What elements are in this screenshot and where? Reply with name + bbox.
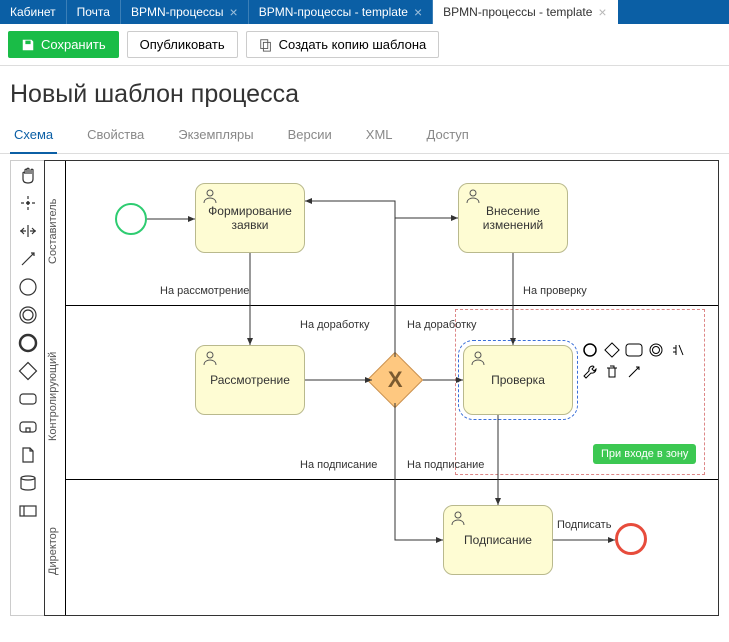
connect-tool[interactable] (11, 245, 44, 273)
palette-end-event[interactable] (11, 329, 44, 357)
diagram-area: Составитель Контролирующий Директор Форм… (0, 154, 729, 626)
tab-properties[interactable]: Свойства (83, 117, 148, 153)
palette-task[interactable] (11, 385, 44, 413)
copy-icon (259, 38, 273, 52)
publish-button[interactable]: Опубликовать (127, 31, 238, 58)
toolbar: Сохранить Опубликовать Создать копию шаб… (0, 24, 729, 66)
palette-start-event[interactable] (11, 273, 44, 301)
close-icon[interactable]: × (230, 4, 238, 20)
save-icon (21, 38, 35, 52)
close-icon[interactable]: × (598, 4, 606, 20)
top-nav: Кабинет Почта BPMN-процессы× BPMN-процес… (0, 0, 729, 24)
tab-instances[interactable]: Экземпляры (174, 117, 257, 153)
hand-tool[interactable] (11, 161, 44, 189)
palette-data-object[interactable] (11, 441, 44, 469)
palette-gateway[interactable] (11, 357, 44, 385)
palette-intermediate-event[interactable] (11, 301, 44, 329)
palette-subprocess[interactable] (11, 413, 44, 441)
tab-xml[interactable]: XML (362, 117, 397, 153)
tab-schema[interactable]: Схема (10, 117, 57, 154)
close-icon[interactable]: × (414, 4, 422, 20)
palette (10, 160, 44, 616)
tab-versions[interactable]: Версии (284, 117, 336, 153)
nav-mail[interactable]: Почта (67, 0, 121, 24)
bpmn-canvas[interactable]: Составитель Контролирующий Директор Форм… (44, 160, 719, 616)
space-tool[interactable] (11, 217, 44, 245)
connectors (45, 161, 705, 616)
nav-bpmn-template-2[interactable]: BPMN-процессы - template× (433, 0, 617, 24)
copy-template-button[interactable]: Создать копию шаблона (246, 31, 440, 58)
page-title: Новый шаблон процесса (0, 66, 729, 117)
nav-bpmn[interactable]: BPMN-процессы× (121, 0, 249, 24)
nav-cabinet[interactable]: Кабинет (0, 0, 67, 24)
content-tabs: Схема Свойства Экземпляры Версии XML Дос… (0, 117, 729, 154)
save-button[interactable]: Сохранить (8, 31, 119, 58)
lasso-tool[interactable] (11, 189, 44, 217)
nav-bpmn-template-1[interactable]: BPMN-процессы - template× (249, 0, 433, 24)
tab-access[interactable]: Доступ (423, 117, 473, 153)
palette-participant[interactable] (11, 497, 44, 525)
palette-data-store[interactable] (11, 469, 44, 497)
